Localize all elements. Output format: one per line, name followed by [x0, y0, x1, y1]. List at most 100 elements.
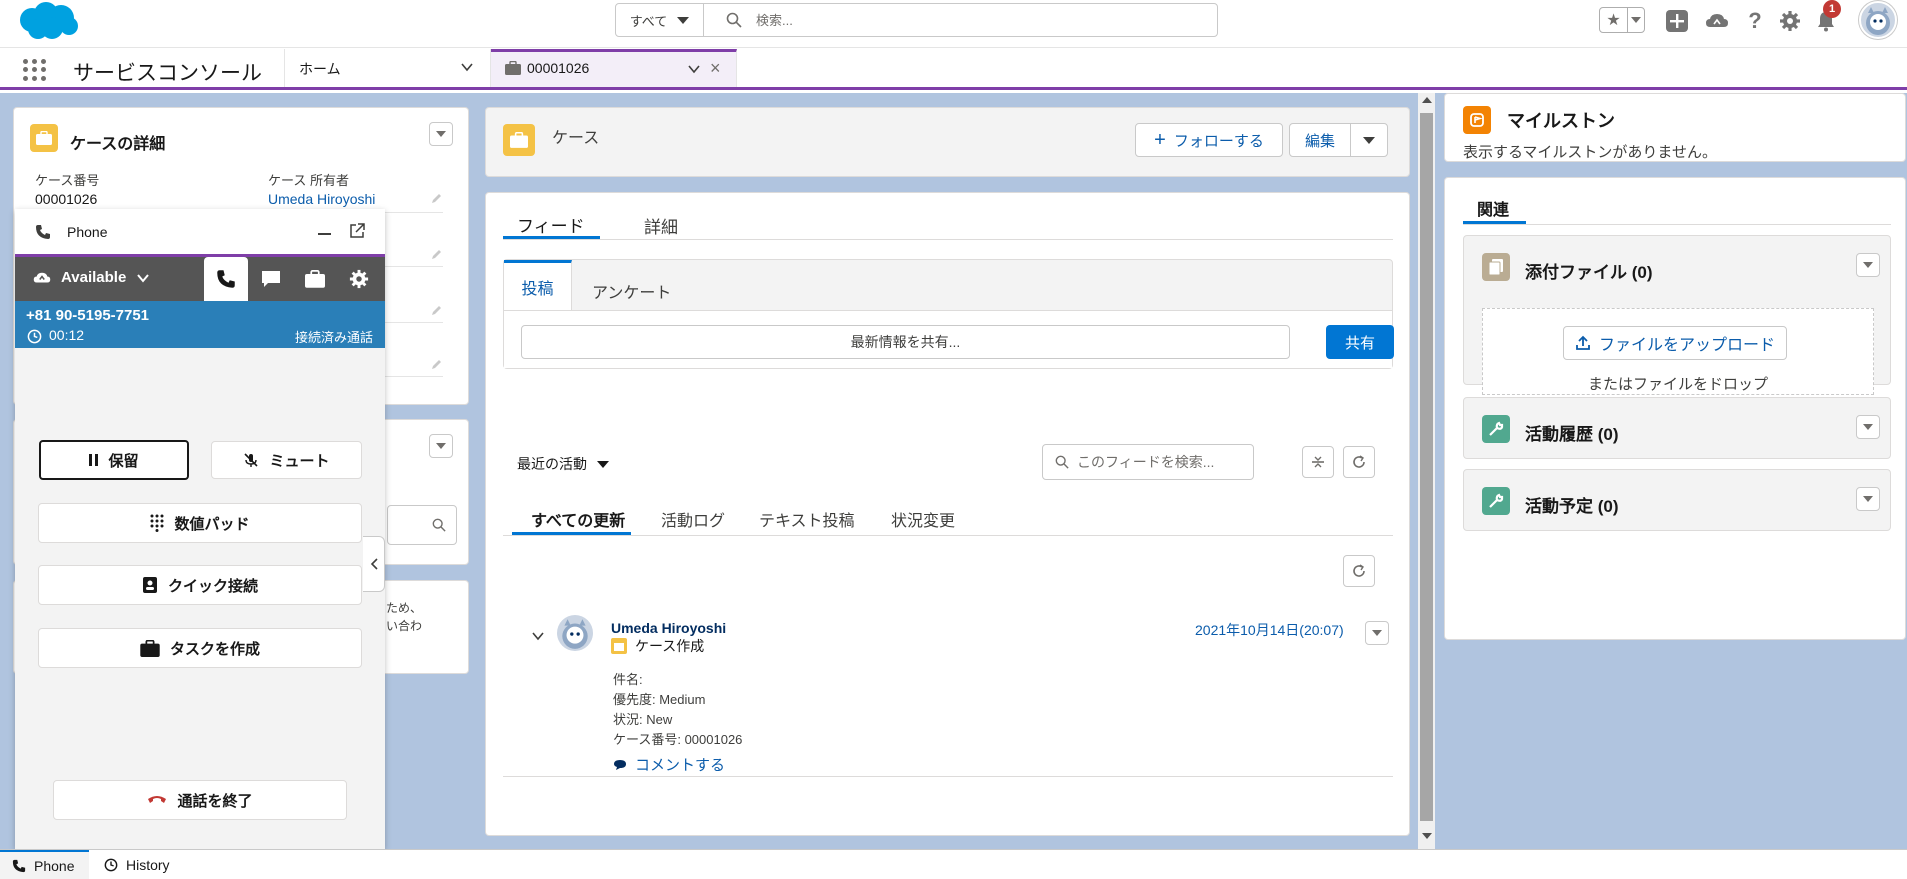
scrollbar[interactable]: [1418, 93, 1435, 849]
quick-connect-button[interactable]: クイック接続: [38, 565, 362, 605]
global-actions-button[interactable]: [1664, 8, 1690, 34]
plus-icon: [1666, 10, 1688, 32]
chevron-down-icon[interactable]: [687, 62, 701, 76]
utility-phone-label: Phone: [34, 858, 75, 874]
post-field-status: 状況: New: [613, 712, 673, 727]
follow-button[interactable]: + フォローする: [1135, 123, 1283, 157]
milestone-card: マイルストン 表示するマイルストンがありません。: [1444, 93, 1906, 162]
presence-status-dropdown[interactable]: Available: [33, 269, 150, 286]
author-avatar[interactable]: [557, 615, 593, 651]
tab-tasks[interactable]: [293, 257, 337, 301]
setup-button[interactable]: [1777, 8, 1803, 34]
trailhead-button[interactable]: [1704, 8, 1730, 34]
chevron-down-icon[interactable]: [531, 629, 545, 643]
refresh-feed-button[interactable]: [1343, 555, 1375, 587]
phone-icon: [36, 225, 50, 239]
open-activities-title[interactable]: 活動予定 (0): [1525, 492, 1619, 517]
chevron-down-icon: [1372, 630, 1382, 636]
favorites-list-button[interactable]: [1628, 8, 1644, 32]
lookup-input[interactable]: [387, 505, 457, 545]
case-owner-link[interactable]: Umeda Hiroyoshi: [268, 191, 375, 207]
salesforce-logo[interactable]: [14, 0, 80, 44]
file-icon: [1482, 253, 1510, 281]
tab-case-00001026[interactable]: 00001026 ×: [491, 49, 737, 87]
wrench-icon: [1482, 487, 1510, 515]
comment-button[interactable]: コメントする: [613, 754, 725, 775]
tab-settings[interactable]: [337, 257, 381, 301]
pencil-icon[interactable]: [431, 248, 443, 260]
section-menu-button[interactable]: [1856, 253, 1880, 277]
publisher-tab-post[interactable]: 投稿: [504, 260, 572, 310]
star-icon[interactable]: ★: [1600, 8, 1628, 32]
upload-files-button[interactable]: ファイルをアップロード: [1563, 326, 1787, 360]
scroll-thumb[interactable]: [1420, 113, 1433, 821]
create-task-label: タスクを作成: [169, 640, 260, 658]
filter-status-changes[interactable]: 状況変更: [891, 507, 955, 531]
mute-button[interactable]: ミュート: [211, 441, 362, 479]
feed-search-input[interactable]: このフィードを検索...: [1042, 444, 1254, 480]
pencil-icon[interactable]: [431, 304, 443, 316]
activity-history-title[interactable]: 活動履歴 (0): [1525, 420, 1619, 445]
tab-chat[interactable]: [249, 257, 293, 301]
end-call-button[interactable]: 通話を終了: [53, 780, 347, 820]
user-avatar[interactable]: [1859, 1, 1897, 39]
tab-call[interactable]: [204, 257, 248, 301]
console-navigation: サービスコンソール ホーム 00001026 ×: [0, 49, 1907, 90]
help-icon[interactable]: ?: [1742, 8, 1768, 34]
sort-dropdown[interactable]: 最近の活動: [517, 454, 609, 474]
call-status: 接続済み通話: [294, 330, 373, 345]
tab-detail[interactable]: 詳細: [644, 213, 678, 238]
card-menu-button[interactable]: [429, 122, 453, 146]
edit-button[interactable]: 編集: [1289, 123, 1351, 157]
related-card: 関連 添付ファイル (0) ファイルをアップロード またはファイルをドロップ 活…: [1444, 177, 1906, 640]
tab-feed[interactable]: フィード: [517, 212, 585, 237]
scroll-up-arrow[interactable]: [1422, 97, 1432, 103]
pencil-icon[interactable]: [431, 192, 443, 204]
app-launcher-icon[interactable]: [22, 59, 48, 81]
filter-activity-log[interactable]: 活動ログ: [661, 507, 725, 531]
share-update-input[interactable]: 最新情報を共有...: [521, 325, 1290, 359]
search-scope-dropdown[interactable]: すべて: [616, 4, 704, 36]
refresh-button[interactable]: [1343, 446, 1375, 478]
popout-icon[interactable]: [349, 223, 365, 239]
post-author-link[interactable]: Umeda Hiroyoshi: [611, 620, 726, 636]
dialpad-button[interactable]: 数値パッド: [38, 503, 362, 543]
collapse-all-button[interactable]: [1302, 446, 1334, 478]
card-menu-button[interactable]: [429, 434, 453, 458]
presence-label: Available: [61, 269, 127, 286]
astro-avatar-icon: [1866, 7, 1890, 35]
collapse-softphone-button[interactable]: [363, 536, 385, 592]
close-tab-icon[interactable]: ×: [710, 58, 721, 79]
utility-phone[interactable]: Phone: [0, 850, 89, 879]
file-drop-zone[interactable]: ファイルをアップロード またはファイルをドロップ: [1482, 308, 1874, 395]
minimize-icon[interactable]: [318, 233, 331, 235]
tab-related[interactable]: 関連: [1477, 196, 1509, 220]
publisher-tab-survey[interactable]: アンケート: [592, 279, 671, 303]
clock-icon: [27, 329, 42, 344]
publisher: 投稿 アンケート 最新情報を共有... 共有: [503, 259, 1394, 369]
open-activities-section: 活動予定 (0): [1463, 469, 1891, 531]
hold-button[interactable]: 保留: [39, 440, 189, 480]
filter-all-updates[interactable]: すべての更新: [531, 507, 625, 531]
tab-home[interactable]: ホーム: [284, 49, 491, 87]
section-menu-button[interactable]: [1856, 487, 1880, 511]
scroll-down-arrow[interactable]: [1422, 833, 1432, 839]
milestone-icon: [1463, 106, 1491, 134]
share-button[interactable]: 共有: [1326, 325, 1394, 359]
attachments-title[interactable]: 添付ファイル (0): [1525, 258, 1653, 283]
utility-history[interactable]: History: [104, 850, 170, 879]
chevron-down-icon[interactable]: [460, 60, 474, 74]
create-task-button[interactable]: タスクを作成: [38, 628, 362, 668]
more-actions-button[interactable]: [1350, 123, 1388, 157]
record-type-label: ケース: [552, 130, 600, 147]
pencil-icon[interactable]: [431, 358, 443, 370]
feed-card: フィード 詳細 投稿 アンケート 最新情報を共有... 共有 最近の活動 このフ…: [485, 192, 1410, 836]
post-menu-button[interactable]: [1365, 621, 1389, 645]
post-timestamp[interactable]: 2021年10月14日(20:07): [1195, 620, 1344, 640]
card-title: ケースの詳細: [70, 136, 166, 153]
filter-text-posts[interactable]: テキスト投稿: [759, 507, 855, 531]
section-menu-button[interactable]: [1856, 415, 1880, 439]
description-line: い合わ: [386, 619, 423, 633]
search-input[interactable]: [756, 12, 1176, 28]
chevron-down-icon: [597, 460, 609, 468]
